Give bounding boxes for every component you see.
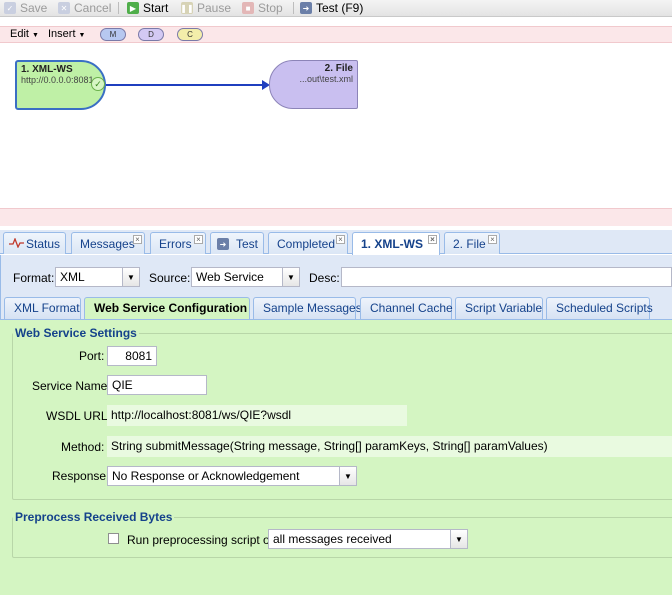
node-subtitle: ...out\test.xml	[299, 74, 353, 84]
method-value: String submitMessage(String message, Str…	[107, 436, 672, 457]
port-label: Port:	[79, 349, 105, 363]
node-title: 2. File	[324, 63, 353, 74]
test-icon: ➜	[217, 238, 229, 250]
check-icon: ✓	[91, 77, 105, 91]
format-value: XML	[60, 270, 85, 284]
subtab-sample-messages[interactable]: Sample Messages	[253, 297, 362, 319]
source-value: Web Service	[196, 270, 264, 284]
connector-arrow	[106, 80, 270, 90]
subtab-channel-cache[interactable]: Channel Cache	[360, 297, 453, 319]
service-name-input[interactable]: QIE	[107, 375, 207, 395]
subtab-label: Script Variable	[465, 301, 543, 315]
close-icon[interactable]: ×	[488, 235, 497, 244]
tab-file[interactable]: 2. File ×	[444, 232, 500, 254]
subtab-script-variable[interactable]: Script Variable	[455, 297, 543, 319]
pulse-icon	[9, 238, 24, 248]
tab-errors[interactable]: Errors ×	[150, 232, 206, 254]
tab-status[interactable]: Status	[3, 232, 66, 254]
tab-label: Messages	[80, 237, 135, 251]
group-title: Preprocess Received Bytes	[15, 510, 173, 524]
wsdl-url-label: WSDL URL:	[46, 409, 111, 423]
node-title: 1. XML-WS	[21, 64, 73, 75]
wsdl-url-value: http://localhost:8081/ws/QIE?wsdl	[107, 405, 407, 426]
canvas-footer	[0, 208, 672, 226]
preprocess-value: all messages received	[273, 532, 392, 546]
desc-label: Desc:	[309, 271, 340, 285]
node-file[interactable]: 2. File ...out\test.xml	[269, 60, 358, 109]
tab-label: 2. File	[453, 237, 486, 251]
tab-label: Status	[26, 237, 61, 251]
tab-label: Test	[236, 237, 259, 251]
chevron-down-icon[interactable]: ▼	[122, 268, 139, 286]
port-input[interactable]: 8081	[107, 346, 157, 366]
service-name-label: Service Name:	[32, 379, 111, 393]
close-icon[interactable]: ×	[336, 235, 345, 244]
source-select[interactable]: Web Service ▼	[191, 267, 300, 287]
chevron-down-icon[interactable]: ▼	[339, 467, 356, 485]
close-icon[interactable]: ×	[428, 235, 437, 244]
response-select[interactable]: No Response or Acknowledgement ▼	[107, 466, 357, 486]
subtab-web-service-configuration[interactable]: Web Service Configuration	[84, 297, 250, 320]
desc-input[interactable]	[341, 267, 672, 287]
tab-test[interactable]: ➜ Test	[210, 232, 264, 254]
tab-label: Completed	[277, 237, 336, 251]
node-subtitle: http://0.0.0.0:8081	[21, 75, 94, 85]
subtab-label: Channel Cache	[370, 301, 453, 315]
subtab-label: Sample Messages	[263, 301, 362, 315]
source-label: Source:	[149, 271, 191, 285]
response-value: No Response or Acknowledgement	[112, 469, 300, 483]
preprocess-checkbox-label: Run preprocessing script on	[127, 533, 277, 547]
tab-xml-ws[interactable]: 1. XML-WS ×	[352, 232, 440, 255]
chevron-down-icon[interactable]: ▼	[282, 268, 299, 286]
subtab-scheduled-scripts[interactable]: Scheduled Scripts	[546, 297, 653, 319]
chevron-down-icon[interactable]: ▼	[450, 530, 467, 548]
method-label: Method:	[61, 440, 105, 454]
format-select[interactable]: XML ▼	[55, 267, 140, 287]
response-label: Response:	[52, 469, 110, 483]
close-icon[interactable]: ×	[133, 235, 142, 244]
group-title: Web Service Settings	[15, 326, 137, 340]
tab-label: Errors	[159, 237, 192, 251]
bottom-tab-strip: Status Messages × Errors × ➜ Test Complete…	[0, 230, 672, 255]
preprocess-checkbox[interactable]	[108, 533, 119, 544]
close-icon[interactable]: ×	[194, 235, 203, 244]
subtab-label: XML Format	[14, 301, 80, 315]
format-label: Format:	[13, 271, 55, 285]
subtab-label: Scheduled Scripts	[556, 301, 653, 315]
preprocess-select[interactable]: all messages received ▼	[268, 529, 468, 549]
tab-completed[interactable]: Completed ×	[268, 232, 348, 254]
tab-label: 1. XML-WS	[361, 237, 423, 251]
subtab-label: Web Service Configuration	[94, 301, 248, 315]
subtab-xml-format[interactable]: XML Format	[4, 297, 81, 319]
tab-messages[interactable]: Messages ×	[71, 232, 145, 254]
